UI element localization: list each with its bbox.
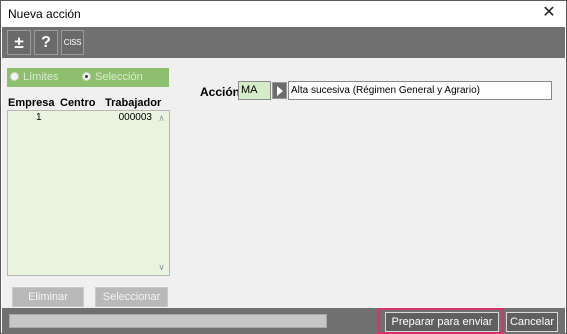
radio-seleccion[interactable]: Selección — [82, 70, 143, 85]
list-scrollbar[interactable]: ∧ ∨ — [154, 111, 169, 275]
radio-limites-label: Límites — [23, 71, 59, 83]
dialog-content: Límites Selección Empresa Centro Trabaja… — [2, 58, 565, 308]
list-column-headers: Empresa Centro Trabajador — [2, 97, 172, 111]
dialog-window: Nueva acción ✕ ± ? CISS Límites Selecció… — [0, 0, 567, 334]
ciss-button[interactable]: CISS — [61, 30, 84, 55]
footer-bar: Preparar para enviar Cancelar — [2, 308, 565, 334]
accion-description-field: Alta sucesiva (Régimen General y Agrario… — [288, 81, 552, 100]
radio-limites[interactable]: Límites — [10, 70, 58, 85]
accion-label: Acción — [200, 85, 241, 99]
scroll-down-icon[interactable]: ∨ — [154, 260, 169, 275]
accion-code-field[interactable]: MA — [238, 81, 271, 100]
title-bar: Nueva acción ✕ — [1, 1, 566, 26]
help-button[interactable]: ? — [34, 30, 58, 55]
seleccionar-button[interactable]: Seleccionar — [95, 287, 168, 307]
cell-trabajador: 000003 — [118, 112, 152, 123]
accion-lookup-arrow-icon[interactable] — [272, 82, 287, 99]
radio-seleccion-label: Selección — [95, 71, 143, 83]
window-title: Nueva acción — [8, 7, 81, 21]
close-icon[interactable]: ✕ — [538, 3, 560, 23]
selection-mode-bar: Límites Selección — [7, 68, 169, 87]
progress-bar — [9, 314, 327, 328]
cancelar-button[interactable]: Cancelar — [506, 312, 558, 332]
column-header-centro: Centro — [60, 97, 96, 109]
column-header-trabajador: Trabajador — [105, 97, 162, 109]
preparar-para-enviar-button[interactable]: Preparar para enviar — [385, 312, 499, 332]
eliminar-button[interactable]: Eliminar — [12, 287, 84, 307]
toolbar: ± ? CISS — [2, 27, 565, 58]
cell-empresa: 1 — [36, 112, 42, 123]
scroll-up-icon[interactable]: ∧ — [154, 111, 169, 126]
list-item[interactable]: 1 000003 — [8, 111, 154, 125]
radio-dot-selected-icon — [82, 72, 91, 81]
column-header-empresa: Empresa — [8, 97, 55, 109]
radio-dot-icon — [10, 72, 19, 81]
plus-minus-button[interactable]: ± — [7, 30, 31, 55]
worker-list[interactable]: 1 000003 ∧ ∨ — [7, 110, 170, 276]
